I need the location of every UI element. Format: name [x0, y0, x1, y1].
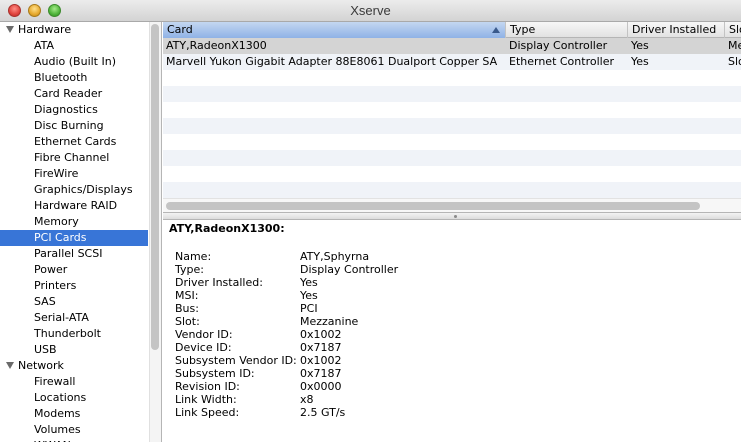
sidebar-item-thunderbolt[interactable]: Thunderbolt: [0, 326, 148, 342]
detail-field-key: Vendor ID:: [175, 328, 233, 341]
sidebar-item-fibre-channel[interactable]: Fibre Channel: [0, 150, 148, 166]
detail-field-value: PCI: [300, 302, 318, 315]
detail-field-value: x8: [300, 393, 314, 406]
detail-field-key: Subsystem ID:: [175, 367, 255, 380]
sidebar-item-bluetooth[interactable]: Bluetooth: [0, 70, 148, 86]
table-row: [163, 70, 741, 86]
detail-field-value: ATY,Sphyrna: [300, 250, 370, 263]
sidebar-item-volumes[interactable]: Volumes: [0, 422, 148, 438]
sidebar-item-card-reader[interactable]: Card Reader: [0, 86, 148, 102]
detail-field-key: Subsystem Vendor ID:: [175, 354, 297, 367]
column-header-slot[interactable]: Slot: [725, 22, 741, 38]
detail-field-value: 0x7187: [300, 367, 342, 380]
sidebar-item-diagnostics[interactable]: Diagnostics: [0, 102, 148, 118]
detail-field-key: MSI:: [175, 289, 199, 302]
detail-field-value: 0x1002: [300, 328, 342, 341]
detail-field-key: Device ID:: [175, 341, 232, 354]
table-row: [163, 134, 741, 150]
divider-grip-icon: [454, 215, 457, 218]
table-row[interactable]: ATY,RadeonX1300 Display Controller Yes Mezz…: [163, 38, 741, 54]
sort-ascending-icon: [492, 27, 500, 33]
sidebar-group-hardware[interactable]: Hardware: [0, 22, 148, 38]
sidebar-item-ata[interactable]: ATA: [0, 38, 148, 54]
cell-type: Display Controller: [509, 39, 608, 52]
table-row: [163, 182, 741, 198]
detail-field-key: Driver Installed:: [175, 276, 263, 289]
sidebar-item-wwan[interactable]: WWAN: [0, 438, 148, 442]
detail-field-value: 0x1002: [300, 354, 342, 367]
detail-field-value: 2.5 GT/s: [300, 406, 346, 419]
sidebar: Hardware ATA Audio (Built In) Bluetooth Card…: [0, 22, 162, 442]
sidebar-item-locations[interactable]: Locations: [0, 390, 148, 406]
column-header-driver-installed[interactable]: Driver Installed: [628, 22, 725, 38]
sidebar-group-network[interactable]: Network: [0, 358, 148, 374]
sidebar-item-usb[interactable]: USB: [0, 342, 148, 358]
cell-card: ATY,RadeonX1300: [166, 39, 267, 52]
detail-field-key: Name:: [175, 250, 212, 263]
table-row[interactable]: Marvell Yukon Gigabit Adapter 88E8061 Du…: [163, 54, 741, 70]
sidebar-item-serial-ata[interactable]: Serial-ATA: [0, 310, 148, 326]
sidebar-item-sas[interactable]: SAS: [0, 294, 148, 310]
detail-field-value: Display Controller: [300, 263, 399, 276]
sidebar-item-ethernet-cards[interactable]: Ethernet Cards: [0, 134, 148, 150]
devices-table: Card Type Driver Installed Slot ATY,Rade…: [163, 22, 741, 214]
detail-field-key: Slot:: [175, 315, 200, 328]
sidebar-item-modems[interactable]: Modems: [0, 406, 148, 422]
sidebar-item-hardware-raid[interactable]: Hardware RAID: [0, 198, 148, 214]
table-row: [163, 102, 741, 118]
sidebar-item-firewall[interactable]: Firewall: [0, 374, 148, 390]
cell-driver: Yes: [631, 55, 649, 68]
cell-slot: Mezzanine: [728, 39, 741, 52]
table-row: [163, 118, 741, 134]
sidebar-item-disc-burning[interactable]: Disc Burning: [0, 118, 148, 134]
detail-field-value: Yes: [300, 289, 318, 302]
table-row: [163, 150, 741, 166]
disclosure-triangle-icon[interactable]: [6, 26, 14, 33]
detail-field-value: Mezzanine: [300, 315, 359, 328]
cell-slot: Slot-1: [728, 55, 741, 68]
cell-type: Ethernet Controller: [509, 55, 614, 68]
sidebar-item-audio-built-in[interactable]: Audio (Built In): [0, 54, 148, 70]
detail-field-value: 0x7187: [300, 341, 342, 354]
detail-field-key: Revision ID:: [175, 380, 240, 393]
sidebar-item-power[interactable]: Power: [0, 262, 148, 278]
column-header-card[interactable]: Card: [163, 22, 506, 38]
table-scroll-thumb[interactable]: [166, 202, 700, 210]
sidebar-item-parallel-scsi[interactable]: Parallel SCSI: [0, 246, 148, 262]
detail-field-value: Yes: [300, 276, 318, 289]
sidebar-item-pci-cards[interactable]: PCI Cards: [0, 230, 148, 246]
cell-driver: Yes: [631, 39, 649, 52]
sidebar-scroll-thumb[interactable]: [151, 24, 159, 350]
window-title: Xserve: [350, 3, 391, 18]
disclosure-triangle-icon[interactable]: [6, 362, 14, 369]
detail-field-key: Link Width:: [175, 393, 237, 406]
table-row: [163, 166, 741, 182]
detail-field-key: Link Speed:: [175, 406, 240, 419]
detail-pane: ATY,RadeonX1300: Name: ATY,Sphyrna Type: Di…: [163, 220, 741, 442]
detail-field-key: Type:: [175, 263, 204, 276]
sidebar-item-graphics-displays[interactable]: Graphics/Displays: [0, 182, 148, 198]
detail-field-value: 0x0000: [300, 380, 342, 393]
split-view-divider[interactable]: [163, 212, 741, 220]
table-horizontal-scrollbar[interactable]: [163, 198, 741, 212]
sidebar-item-firewire[interactable]: FireWire: [0, 166, 148, 182]
table-header: Card Type Driver Installed Slot: [163, 22, 741, 38]
detail-field-key: Bus:: [175, 302, 199, 315]
sidebar-item-memory[interactable]: Memory: [0, 214, 148, 230]
sidebar-item-printers[interactable]: Printers: [0, 278, 148, 294]
table-row: [163, 86, 741, 102]
cell-card: Marvell Yukon Gigabit Adapter 88E8061 Du…: [166, 55, 498, 68]
title-bar: Xserve: [0, 0, 741, 22]
detail-title: ATY,RadeonX1300:: [169, 222, 285, 235]
column-header-type[interactable]: Type: [506, 22, 628, 38]
